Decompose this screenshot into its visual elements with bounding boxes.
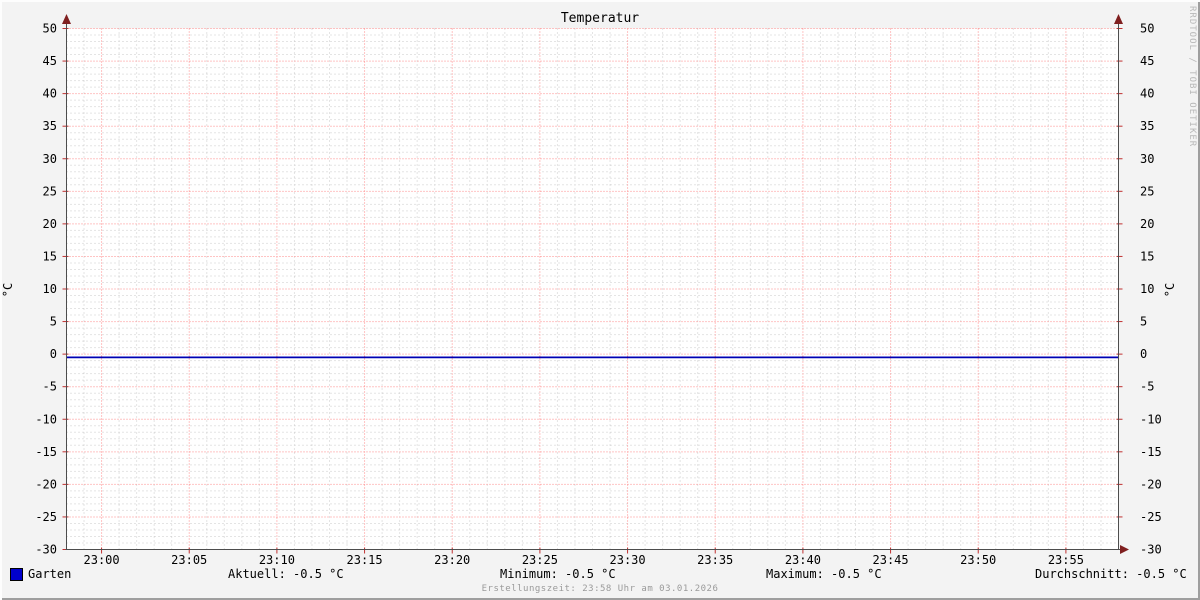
svg-text:23:20: 23:20	[434, 553, 470, 567]
svg-text:20: 20	[1140, 217, 1154, 231]
svg-text:35: 35	[43, 119, 57, 133]
svg-text:-5: -5	[1140, 380, 1154, 394]
svg-text:10: 10	[43, 282, 57, 296]
svg-text:40: 40	[43, 87, 57, 101]
svg-text:30: 30	[43, 152, 57, 166]
svg-text:0: 0	[50, 347, 57, 361]
svg-text:-10: -10	[35, 412, 57, 426]
svg-text:35: 35	[1140, 119, 1154, 133]
svg-text:23:40: 23:40	[785, 553, 821, 567]
svg-text:23:00: 23:00	[84, 553, 120, 567]
svg-text:23:10: 23:10	[259, 553, 295, 567]
svg-text:-25: -25	[1140, 510, 1162, 524]
svg-text:-20: -20	[35, 477, 57, 491]
svg-text:23:45: 23:45	[873, 553, 909, 567]
stat-durchschnitt: Durchschnitt: -0.5 °C	[1035, 567, 1187, 581]
svg-text:-20: -20	[1140, 477, 1162, 491]
svg-text:-25: -25	[35, 510, 57, 524]
svg-text:-10: -10	[1140, 412, 1162, 426]
creation-timestamp: Erstellungszeit: 23:58 Uhr am 03.01.2026	[481, 584, 719, 594]
svg-text:5: 5	[1140, 315, 1147, 329]
rrdtool-graph: Temperatur 5 0 5 0 45 45 40 40 35 35 30 30 25 25 20 20 1…	[0, 0, 1200, 600]
chart-plot-area: 50 5045 4540 4035 3530 3025 2520 2015 1510 105 50 0…	[35, 14, 1162, 567]
svg-text:25: 25	[1140, 184, 1154, 198]
svg-text:-30: -30	[35, 543, 57, 557]
svg-text:45: 45	[1140, 54, 1154, 68]
svg-text:15: 15	[1140, 249, 1154, 263]
svg-text:40: 40	[1140, 87, 1154, 101]
svg-text:30: 30	[1140, 152, 1154, 166]
svg-text:23:15: 23:15	[347, 553, 383, 567]
svg-text:15: 15	[43, 249, 57, 263]
stat-aktuell: Aktuell: -0.5 °C	[228, 567, 344, 581]
legend-color-swatch	[10, 568, 23, 581]
svg-text:23:35: 23:35	[697, 553, 733, 567]
svg-text:-15: -15	[1140, 445, 1162, 459]
svg-text:23:30: 23:30	[610, 553, 646, 567]
stat-maximum: Maximum: -0.5 °C	[766, 567, 882, 581]
chart-title: Temperatur	[560, 11, 640, 26]
svg-text:23:05: 23:05	[171, 553, 207, 567]
svg-text:5: 5	[50, 315, 57, 329]
svg-text:10: 10	[1140, 282, 1154, 296]
svg-text:23:50: 23:50	[960, 553, 996, 567]
svg-text:45: 45	[43, 54, 57, 68]
svg-text:23:25: 23:25	[522, 553, 558, 567]
y-axis-label-left: °C	[1, 282, 16, 298]
svg-text:25: 25	[43, 184, 57, 198]
legend-series-label: Garten	[28, 567, 72, 581]
svg-text:0: 0	[1140, 347, 1147, 361]
stat-minimum: Minimum: -0.5 °C	[500, 567, 616, 581]
legend-row: Garten Aktuell: -0.5 °C Minimum: -0.5 °C…	[0, 566, 1200, 583]
svg-text:20: 20	[43, 217, 57, 231]
y-axis-label-right: °C	[1163, 282, 1178, 298]
svg-text:-30: -30	[1140, 543, 1162, 557]
svg-text:-15: -15	[35, 445, 57, 459]
rrdtool-watermark: RRDTOOL / TOBI OETIKER	[1187, 6, 1197, 148]
svg-text:23:55: 23:55	[1048, 553, 1084, 567]
svg-text:-5: -5	[43, 380, 57, 394]
